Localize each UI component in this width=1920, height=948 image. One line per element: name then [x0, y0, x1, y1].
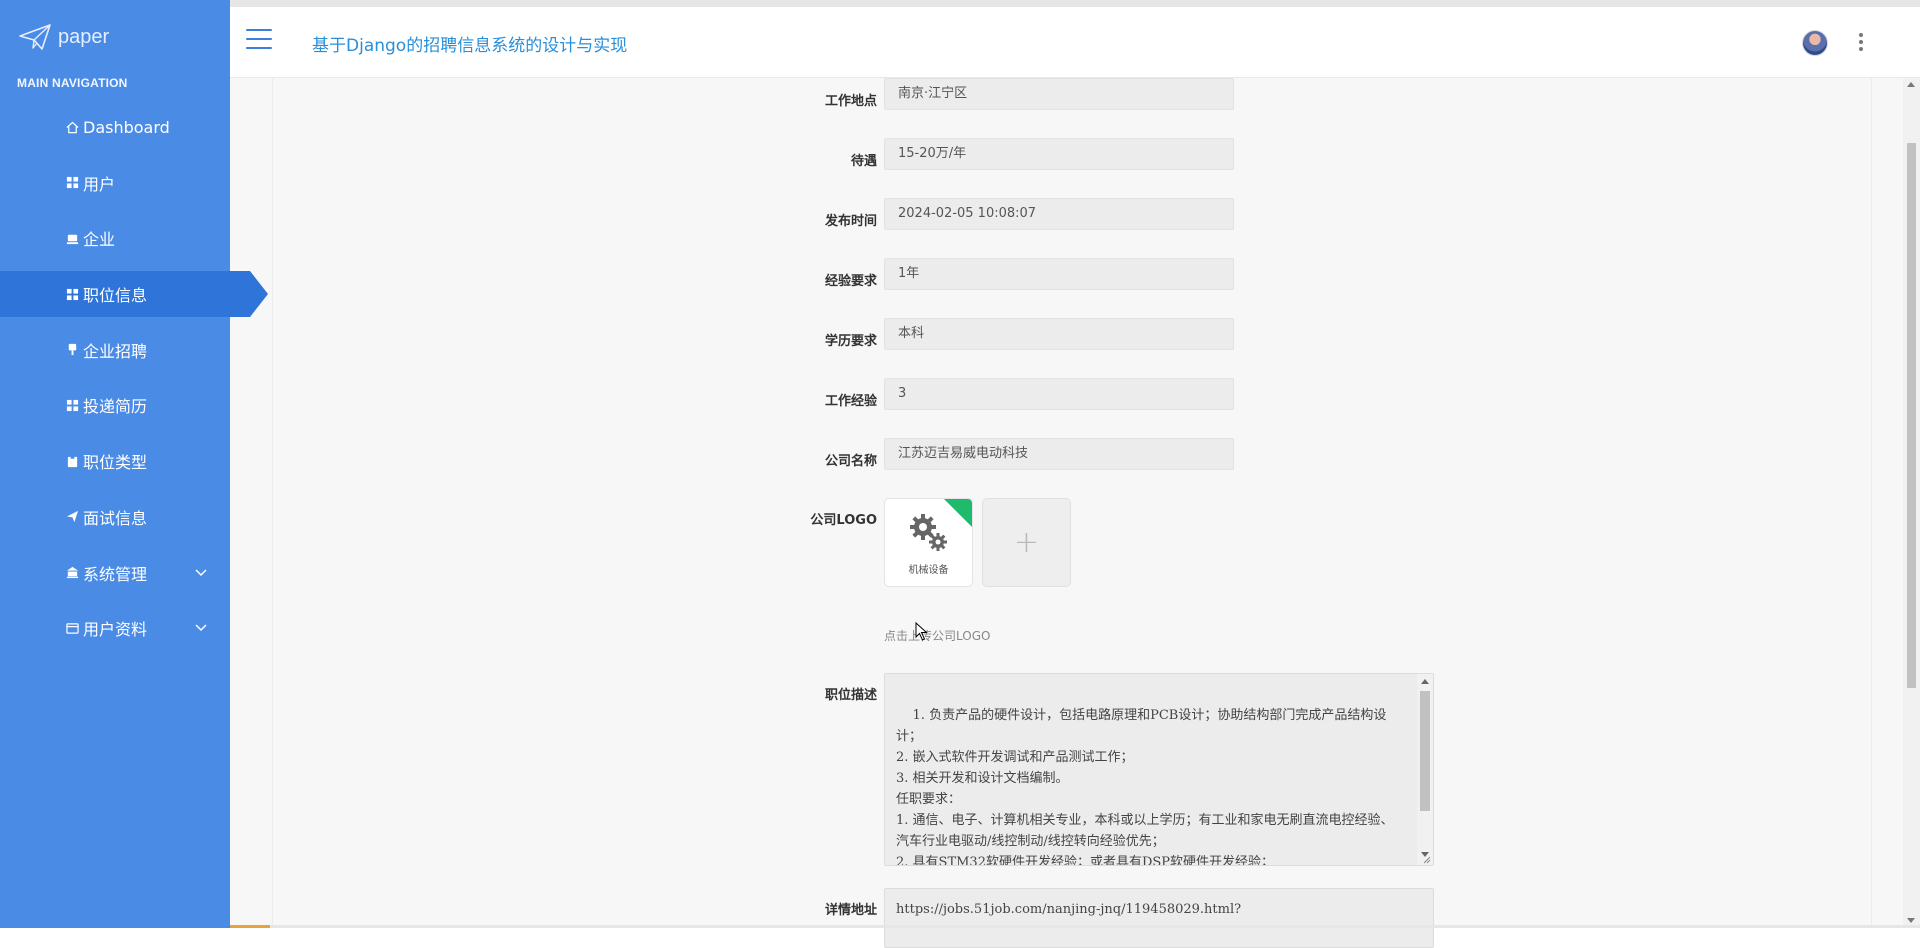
sidebar-item-job-types[interactable]: 职位类型: [0, 438, 230, 484]
more-options-icon[interactable]: [1858, 33, 1864, 53]
paper-plane-icon: [18, 23, 52, 51]
sidebar-item-enterprise[interactable]: 企业: [0, 215, 230, 261]
form-label: 工作地点: [273, 90, 877, 109]
sidebar-item-label: 面试信息: [83, 505, 147, 529]
hamburger-line: [246, 38, 272, 40]
page-title: 基于Django的招聘信息系统的设计与实现: [312, 31, 627, 56]
work-experience-field[interactable]: 3: [884, 378, 1234, 410]
sidebar-item-label: 用户资料: [83, 616, 147, 640]
sidebar-item-label: Dashboard: [83, 118, 170, 137]
sidebar: paper MAIN NAVIGATION Dashboard 用户 企业 职位: [0, 0, 230, 928]
plus-icon: +: [1014, 525, 1039, 560]
chevron-down-icon: [194, 565, 208, 579]
detail-url-field[interactable]: https://jobs.51job.com/nanjing-jnq/11945…: [884, 888, 1434, 948]
scroll-up-icon[interactable]: [1907, 82, 1915, 87]
sidebar-item-label: 职位信息: [83, 282, 147, 306]
grid-icon: [64, 175, 80, 191]
menu-toggle-button[interactable]: [246, 29, 272, 51]
sidebar-item-users[interactable]: 用户: [0, 160, 230, 206]
flag-icon: [64, 342, 80, 358]
avatar[interactable]: [1802, 30, 1828, 56]
grid-icon: [64, 397, 80, 413]
form-label: 学历要求: [273, 330, 877, 349]
job-description-textarea[interactable]: 1. 负责产品的硬件设计，包括电路原理和PCB设计；协助结构部门完成产品结构设计…: [884, 673, 1434, 866]
sidebar-item-system-management[interactable]: 系统管理: [0, 550, 230, 596]
upload-hint: 点击上传公司LOGO: [884, 627, 990, 644]
mouse-cursor-icon: [915, 622, 929, 642]
form-label: 公司LOGO: [273, 509, 877, 528]
sidebar-item-job-info[interactable]: 职位信息: [0, 271, 250, 317]
form-label: 待遇: [273, 150, 877, 169]
company-logo-thumbnail[interactable]: 机械设备: [884, 498, 973, 587]
sidebar-item-label: 用户: [83, 171, 115, 195]
sidebar-item-dashboard[interactable]: Dashboard: [0, 104, 230, 150]
form-label: 公司名称: [273, 450, 877, 469]
hamburger-line: [246, 47, 272, 49]
logo-caption: 机械设备: [885, 561, 972, 576]
salary-field[interactable]: 15-20万/年: [884, 138, 1234, 170]
publish-time-field[interactable]: 2024-02-05 10:08:07: [884, 198, 1234, 230]
gears-icon: [907, 511, 951, 555]
form-label: 职位描述: [273, 684, 877, 703]
textarea-scrollbar[interactable]: [1417, 674, 1433, 865]
location-field[interactable]: 南京·江宁区: [884, 78, 1234, 110]
scrollbar-thumb[interactable]: [1420, 691, 1430, 811]
send-icon: [64, 509, 80, 525]
detail-url-text: https://jobs.51job.com/nanjing-jnq/11945…: [896, 902, 1241, 917]
sidebar-item-interviews[interactable]: 面试信息: [0, 494, 230, 540]
brand-logo[interactable]: paper: [18, 22, 109, 52]
bank-icon: [64, 565, 80, 581]
scroll-up-icon[interactable]: [1421, 679, 1429, 684]
education-field[interactable]: 本科: [884, 318, 1234, 350]
form-label: 经验要求: [273, 270, 877, 289]
resize-grip-icon[interactable]: [1421, 854, 1431, 864]
sidebar-item-label: 系统管理: [83, 561, 147, 585]
sidebar-item-resumes[interactable]: 投递简历: [0, 382, 230, 428]
job-description-text: 1. 负责产品的硬件设计，包括电路原理和PCB设计；协助结构部门完成产品结构设计…: [896, 708, 1394, 866]
sidebar-item-recruitment[interactable]: 企业招聘: [0, 327, 230, 373]
experience-requirement-field[interactable]: 1年: [884, 258, 1234, 290]
chevron-down-icon: [194, 620, 208, 634]
sidebar-item-label: 投递简历: [83, 393, 147, 417]
job-detail-form: 工作地点 南京·江宁区 待遇 15-20万/年 发布时间 2024-02-05 …: [272, 78, 1872, 928]
sidebar-item-label: 企业: [83, 226, 115, 250]
form-label: 发布时间: [273, 210, 877, 229]
scroll-down-icon[interactable]: [1907, 918, 1915, 923]
form-label: 工作经验: [273, 390, 877, 409]
card-icon: [64, 620, 80, 636]
home-icon: [64, 119, 80, 135]
page-scrollbar[interactable]: [1903, 78, 1920, 928]
upload-logo-button[interactable]: +: [982, 498, 1071, 587]
sidebar-item-label: 企业招聘: [83, 338, 147, 362]
top-header: 基于Django的招聘信息系统的设计与实现: [230, 0, 1920, 78]
sidebar-item-user-profile[interactable]: 用户资料: [0, 605, 230, 651]
scrollbar-thumb[interactable]: [1907, 143, 1916, 688]
hamburger-line: [246, 29, 272, 31]
brand-name: paper: [58, 26, 109, 49]
main-navigation: Dashboard 用户 企业 职位信息 企业招聘: [0, 104, 230, 661]
nav-heading: MAIN NAVIGATION: [17, 76, 128, 90]
grid-icon: [64, 286, 80, 302]
form-label: 详情地址: [273, 899, 877, 918]
sidebar-item-label: 职位类型: [83, 449, 147, 473]
clipboard-icon: [64, 453, 80, 469]
building-icon: [64, 230, 80, 246]
company-name-field[interactable]: 江苏迈吉易威电动科技: [884, 438, 1234, 470]
